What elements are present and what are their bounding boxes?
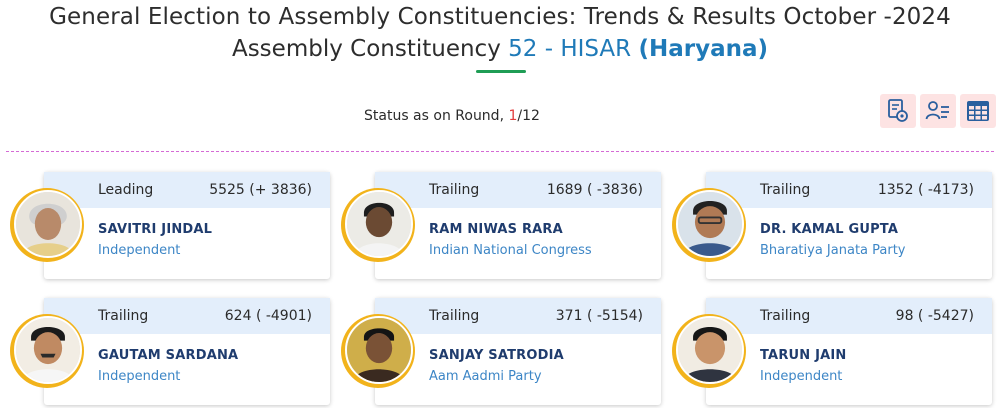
- avatar: [676, 190, 744, 258]
- avatar: [345, 190, 413, 258]
- candidate-name: GAUTAM SARDANA: [98, 348, 239, 363]
- candidate-card[interactable]: Trailing 1689 ( -3836) RAM NIWAS RARA In…: [375, 172, 661, 279]
- candidate-name: RAM NIWAS RARA: [429, 222, 563, 237]
- constituency-title: Assembly Constituency 52 - HISAR (Haryan…: [0, 36, 1000, 62]
- page-title: General Election to Assembly Constituenc…: [49, 4, 951, 30]
- user-list-button[interactable]: [920, 94, 956, 128]
- candidate-avatar-ring: [341, 314, 415, 388]
- candidate-card[interactable]: Leading 5525 (+ 3836) SAVITRI JINDAL Ind…: [44, 172, 330, 279]
- report-settings-icon: [888, 99, 908, 122]
- candidate-avatar-ring: [341, 188, 415, 262]
- candidate-party: Independent: [98, 243, 181, 258]
- candidate-party: Independent: [98, 369, 181, 384]
- candidate-status: Trailing: [760, 308, 811, 324]
- candidate-name: SANJAY SATRODIA: [429, 348, 564, 363]
- constituency-number: 52 - HISAR: [508, 36, 632, 62]
- candidate-status: Trailing: [760, 182, 811, 198]
- candidate-party: Indian National Congress: [429, 243, 592, 258]
- user-list-icon: [925, 101, 949, 120]
- candidate-card[interactable]: Trailing 371 ( -5154) SANJAY SATRODIA Aa…: [375, 298, 661, 405]
- round-status: Status as on Round, 1/12: [364, 108, 540, 124]
- total-rounds: /12: [517, 108, 540, 124]
- avatar: [676, 316, 744, 384]
- candidate-votes: 371 ( -5154): [555, 308, 643, 324]
- candidate-avatar-ring: [672, 188, 746, 262]
- title-underline: [476, 70, 526, 73]
- candidate-votes: 1352 ( -4173): [877, 182, 974, 198]
- candidate-card[interactable]: Trailing 1352 ( -4173) DR. KAMAL GUPTA B…: [706, 172, 992, 279]
- candidate-card[interactable]: Trailing 98 ( -5427) TARUN JAIN Independ…: [706, 298, 992, 405]
- candidate-avatar-ring: [10, 314, 84, 388]
- candidate-party: Bharatiya Janata Party: [760, 243, 906, 258]
- candidate-votes: 1689 ( -3836): [546, 182, 643, 198]
- candidate-votes: 98 ( -5427): [895, 308, 974, 324]
- candidate-status: Trailing: [98, 308, 149, 324]
- avatar: [345, 316, 413, 384]
- candidate-party: Aam Aadmi Party: [429, 369, 542, 384]
- state-name: (Haryana): [638, 36, 769, 62]
- candidate-votes: 5525 (+ 3836): [209, 182, 312, 198]
- round-status-label: Status as on Round,: [364, 108, 505, 124]
- candidate-avatar-ring: [10, 188, 84, 262]
- candidate-name: DR. KAMAL GUPTA: [760, 222, 899, 237]
- candidate-party: Independent: [760, 369, 843, 384]
- candidate-status: Leading: [98, 182, 154, 198]
- candidate-avatar-ring: [672, 314, 746, 388]
- section-divider: [6, 151, 994, 152]
- candidate-card[interactable]: Trailing 624 ( -4901) GAUTAM SARDANA Ind…: [44, 298, 330, 405]
- constituency-prefix: Assembly Constituency: [231, 36, 501, 62]
- avatar: [14, 316, 82, 384]
- candidate-votes: 624 ( -4901): [224, 308, 312, 324]
- candidate-name: TARUN JAIN: [760, 348, 847, 363]
- table-view-button[interactable]: [960, 94, 996, 128]
- avatar: [14, 190, 82, 258]
- report-settings-button[interactable]: [880, 94, 916, 128]
- candidate-name: SAVITRI JINDAL: [98, 222, 213, 237]
- candidate-status: Trailing: [429, 308, 480, 324]
- candidate-status: Trailing: [429, 182, 480, 198]
- table-grid-icon: [967, 101, 989, 121]
